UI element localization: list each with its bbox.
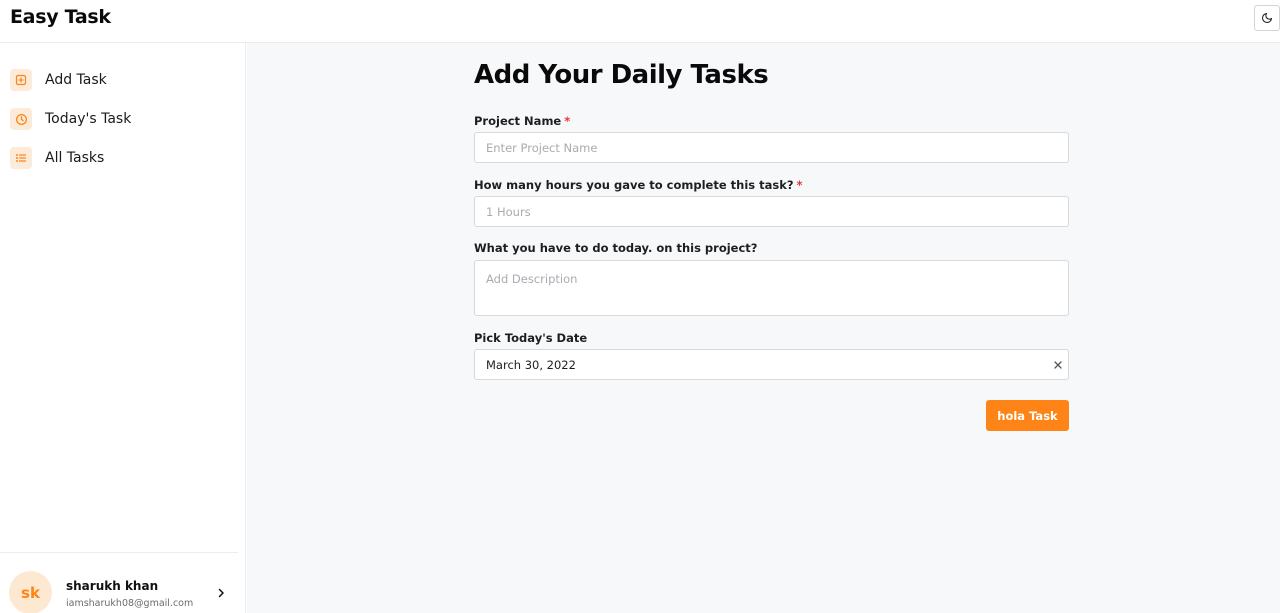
avatar: sk: [9, 571, 52, 613]
top-header: Easy Task: [0, 0, 1280, 43]
sidebar-item-all-tasks[interactable]: All Tasks: [10, 146, 230, 170]
description-label: What you have to do today. on this proje…: [474, 241, 758, 255]
page-title: Add Your Daily Tasks: [474, 60, 769, 90]
user-email: iamsharukh08@gmail.com: [66, 598, 194, 609]
hours-label-text: How many hours you gave to complete this…: [474, 178, 794, 192]
sidebar-item-label: Today's Task: [45, 111, 132, 127]
sidebar-item-label: All Tasks: [45, 150, 105, 166]
theme-toggle-button[interactable]: [1254, 5, 1280, 31]
sidebar-item-label: Add Task: [45, 72, 107, 88]
sidebar-item-todays-task[interactable]: Today's Task: [10, 107, 230, 131]
date-label: Pick Today's Date: [474, 331, 588, 345]
chevron-right-icon[interactable]: [215, 586, 227, 600]
user-profile[interactable]: sk sharukh khan iamsharukh08@gmail.com: [0, 552, 238, 613]
hours-input[interactable]: [474, 196, 1069, 227]
close-icon[interactable]: [1052, 359, 1064, 371]
plus-square-icon: [10, 69, 32, 91]
clock-icon: [10, 108, 32, 130]
main-content: Add Your Daily Tasks Project Name* How m…: [247, 43, 1280, 613]
project-name-label-text: Project Name: [474, 114, 562, 128]
submit-task-button[interactable]: hola Task: [986, 400, 1069, 431]
project-name-input[interactable]: [474, 132, 1069, 163]
hours-label: How many hours you gave to complete this…: [474, 178, 803, 192]
required-mark: *: [564, 114, 571, 128]
app-title: Easy Task: [10, 6, 111, 28]
list-icon: [10, 147, 32, 169]
moon-icon: [1261, 12, 1273, 24]
sidebar-item-add-task[interactable]: Add Task: [10, 68, 230, 92]
project-name-label: Project Name *: [474, 114, 570, 128]
sidebar: Add Task Today's Task All Tasks sk sharu…: [0, 43, 246, 613]
user-name: sharukh khan: [66, 579, 159, 593]
date-picker-input[interactable]: [474, 349, 1069, 380]
description-textarea[interactable]: [474, 260, 1069, 316]
required-mark: *: [796, 178, 803, 192]
